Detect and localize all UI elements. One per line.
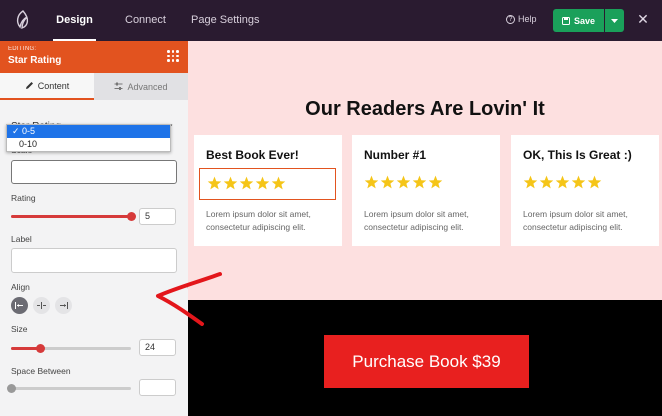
caret-down-icon — [611, 18, 618, 23]
help-label: Help — [518, 14, 537, 24]
card-text: Lorem ipsum dolor sit amet, consectetur … — [364, 209, 469, 232]
rating-input[interactable]: 5 — [139, 208, 176, 225]
tab-content[interactable]: Content — [0, 73, 94, 100]
star-icon — [523, 175, 538, 189]
space-between-label: Space Between — [11, 366, 71, 376]
align-label: Align — [11, 282, 30, 292]
tab-connect[interactable]: Connect — [125, 0, 166, 41]
star-icon — [587, 175, 602, 189]
size-slider-handle[interactable] — [36, 344, 45, 353]
review-card[interactable]: Best Book Ever! Lorem ipsum dolor sit am… — [194, 135, 342, 246]
star-rating-block[interactable] — [523, 175, 602, 189]
editing-block-title: Star Rating — [8, 55, 62, 66]
tab-advanced-label: Advanced — [127, 81, 168, 92]
size-label: Size — [11, 324, 28, 334]
star-icon — [555, 175, 570, 189]
size-input[interactable]: 24 — [139, 339, 176, 356]
sliders-icon — [114, 82, 123, 90]
rating-slider-fill — [11, 215, 131, 218]
align-left-icon — [15, 302, 23, 309]
save-options-dropdown[interactable] — [605, 9, 624, 32]
card-title: OK, This Is Great :) — [523, 148, 632, 162]
label-field-label: Label — [11, 234, 32, 244]
star-rating-block-selected[interactable] — [199, 168, 336, 200]
review-card[interactable]: OK, This Is Great :) Lorem ipsum dolor s… — [511, 135, 659, 246]
star-icon — [412, 175, 427, 189]
align-right-button[interactable] — [55, 297, 72, 314]
star-icon — [396, 175, 411, 189]
star-icon — [539, 175, 554, 189]
sidebar-tabs: Content Advanced — [0, 73, 188, 100]
review-card[interactable]: Number #1 Lorem ipsum dolor sit amet, co… — [352, 135, 500, 246]
save-button[interactable]: Save — [553, 9, 604, 32]
settings-sidebar: EDITING: Star Rating Content Advanced St… — [0, 41, 189, 416]
align-center-icon — [37, 302, 46, 309]
align-left-button[interactable] — [11, 297, 28, 314]
purchase-book-button[interactable]: Purchase Book $39 — [324, 335, 529, 388]
scale-option-0-10[interactable]: 0-10 — [7, 138, 170, 151]
space-between-slider-handle[interactable] — [7, 384, 16, 393]
top-bar: Design Connect Page Settings ? Help Save… — [0, 0, 662, 41]
close-icon[interactable]: ✕ — [636, 11, 650, 27]
pencil-icon — [25, 82, 33, 89]
tab-page-settings[interactable]: Page Settings — [191, 0, 260, 41]
star-icon — [223, 176, 238, 190]
editing-header: EDITING: Star Rating — [0, 41, 188, 73]
card-title: Number #1 — [364, 148, 427, 162]
editing-caption: EDITING: — [8, 46, 37, 52]
star-icon — [207, 176, 222, 190]
star-icon — [428, 175, 443, 189]
star-icon — [239, 176, 254, 190]
card-text: Lorem ipsum dolor sit amet, consectetur … — [523, 209, 628, 232]
help-link[interactable]: ? Help — [506, 14, 537, 24]
tab-content-label: Content — [37, 80, 70, 91]
question-icon: ? — [506, 14, 515, 24]
tab-design[interactable]: Design — [53, 0, 96, 41]
star-icon — [271, 176, 286, 190]
scale-option-0-5-label: 0-5 — [22, 126, 36, 136]
star-icon — [571, 175, 586, 189]
scale-select[interactable] — [11, 160, 177, 184]
star-icon — [380, 175, 395, 189]
scale-dropdown-list: ✓ 0-5 0-10 — [6, 124, 171, 152]
card-text: Lorem ipsum dolor sit amet, consectetur … — [206, 209, 311, 232]
scale-option-0-5[interactable]: ✓ 0-5 — [7, 125, 170, 138]
align-right-icon — [60, 302, 68, 309]
grid-menu-icon[interactable] — [167, 50, 179, 62]
star-icon — [255, 176, 270, 190]
rating-label: Rating — [11, 193, 36, 203]
star-icon — [364, 175, 379, 189]
red-annotation-arrow-icon — [156, 272, 222, 326]
page-canvas: Our Readers Are Lovin' It Best Book Ever… — [188, 41, 662, 300]
space-between-input[interactable] — [139, 379, 176, 396]
tab-advanced[interactable]: Advanced — [94, 73, 188, 100]
space-between-slider-track[interactable] — [11, 387, 131, 390]
seedprod-logo-icon — [16, 10, 29, 29]
floppy-disk-icon — [561, 16, 570, 25]
star-rating-block[interactable] — [364, 175, 443, 189]
section-heading[interactable]: Our Readers Are Lovin' It — [188, 98, 662, 121]
align-center-button[interactable] — [33, 297, 50, 314]
card-title: Best Book Ever! — [206, 148, 299, 162]
save-label: Save — [573, 15, 596, 26]
rating-slider-handle[interactable] — [127, 212, 136, 221]
